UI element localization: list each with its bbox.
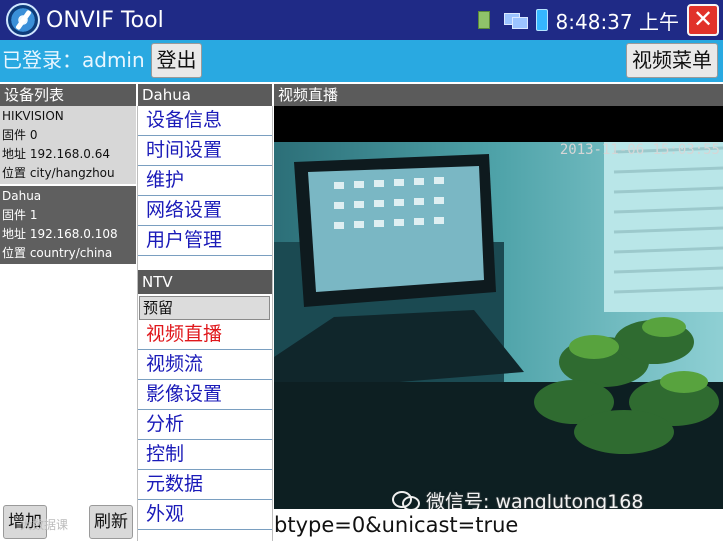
close-icon: ✕ [692,5,714,33]
device-name: HIKVISION [2,109,64,123]
stream-url-text: btype=0&unicast=true [274,509,723,541]
sd-card-icon [477,11,490,29]
menu-item-appearance[interactable]: 外观 [138,500,272,530]
device-menu-header: Dahua [138,84,272,106]
menu-item-image-settings[interactable]: 影像设置 [138,380,272,410]
clock: 8:48:37 上午 [555,9,679,34]
menu-item-device-info[interactable]: 设备信息 [138,106,272,136]
login-bar: 已登录：admin 登出 视频菜单 [0,40,723,82]
menu-item-maintenance[interactable]: 维护 [138,166,272,196]
device-location: 位置 country/china [2,246,113,260]
refresh-button[interactable]: 刷新 [89,505,133,539]
device-list-header: 设备列表 [0,84,136,106]
osd-timestamp: 2013-11-06 15:03:55 [559,142,720,158]
device-location: 位置 city/hangzhou [2,166,115,180]
device-address: 地址 192.168.0.108 [2,227,118,241]
device-item-dahua[interactable]: Dahua 固件 1 地址 192.168.0.108 位置 country/c… [0,186,136,264]
device-firmware: 固件 1 [2,208,38,222]
camera-feed-image [274,142,723,509]
app-icon [6,3,40,37]
live-view-header: 视频直播 [274,84,723,106]
device-firmware: 固件 0 [2,128,38,142]
title-bar: ONVIF Tool 8:48:37 上午 ✕ [0,0,723,40]
network-icon [503,13,528,29]
device-name: Dahua [2,189,42,203]
live-video-view[interactable]: 2013-11-06 15:03:55 [274,106,723,509]
wechat-icon [392,490,420,511]
logout-button[interactable]: 登出 [151,43,202,78]
menu-item-analytics[interactable]: 分析 [138,410,272,440]
battery-icon [535,9,548,31]
menu-item-metadata[interactable]: 元数据 [138,470,272,500]
login-status: 已登录：admin [2,48,145,72]
menu-item-user-management[interactable]: 用户管理 [138,226,272,256]
menu-item-network-settings[interactable]: 网络设置 [138,196,272,226]
device-list: HIKVISION 固件 0 地址 192.168.0.64 位置 city/h… [0,106,136,541]
menu-item-live-video[interactable]: 视频直播 [138,320,272,350]
corner-watermark: 大数据课 [20,518,69,532]
video-menu-button[interactable]: 视频菜单 [626,43,718,78]
app-title: ONVIF Tool [46,7,164,33]
profile-group-header: NTV [138,270,272,294]
onvif-tool-screen: ONVIF Tool 8:48:37 上午 ✕ 已登录：admin 登出 视频菜… [0,0,723,541]
device-menu: 设备信息 时间设置 维护 网络设置 用户管理 NTV 预留 视频直播 视频流 影… [137,106,273,541]
device-address: 地址 192.168.0.64 [2,147,110,161]
menu-item-control[interactable]: 控制 [138,440,272,470]
close-button[interactable]: ✕ [687,4,719,36]
menu-item-video-stream[interactable]: 视频流 [138,350,272,380]
menu-item-time-settings[interactable]: 时间设置 [138,136,272,166]
device-item-hikvision[interactable]: HIKVISION 固件 0 地址 192.168.0.64 位置 city/h… [0,106,136,184]
status-area: 8:48:37 上午 [477,0,679,40]
profile-selector[interactable]: 预留 [139,296,270,320]
